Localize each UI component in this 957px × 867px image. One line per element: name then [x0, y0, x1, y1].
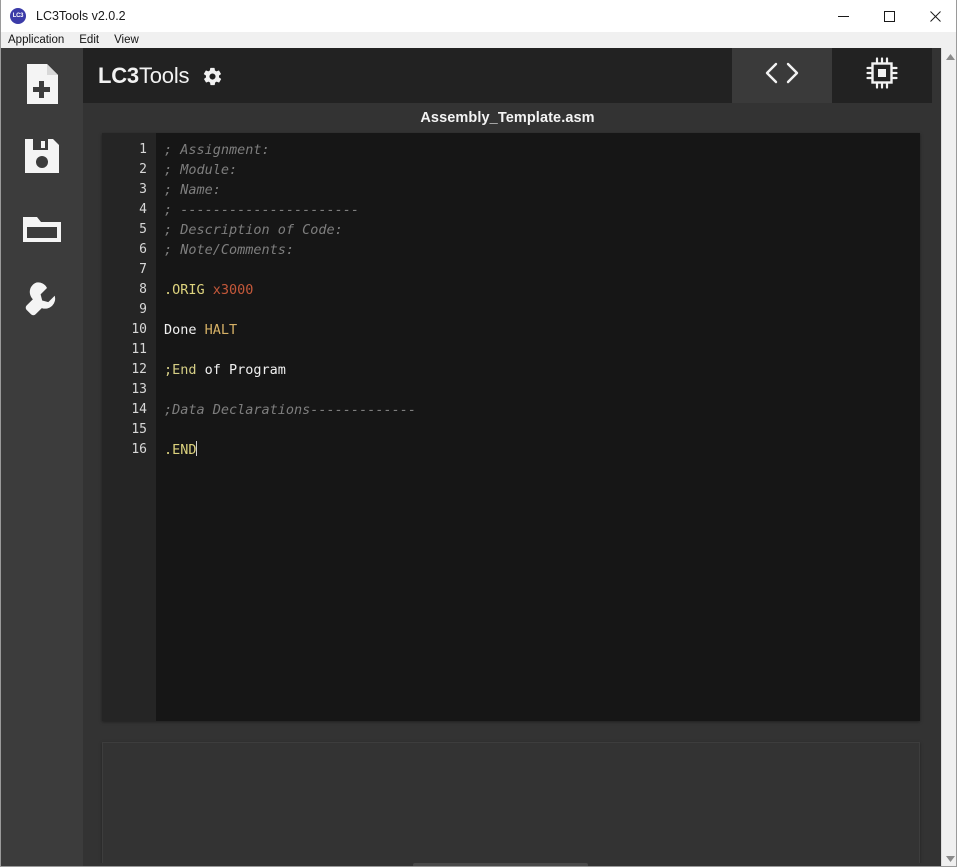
- line-number: 12: [131, 362, 147, 377]
- code-token-directive: .ORIG: [164, 282, 213, 298]
- brand-logo: LC3Tools: [98, 63, 223, 89]
- brand-bold: LC3: [98, 62, 139, 88]
- main-column: LC3Tools Assembly_Template.asm 1 2 3 4 5…: [83, 48, 932, 866]
- window-controls: [820, 0, 956, 32]
- app-header: LC3Tools: [83, 48, 932, 103]
- sidebar-item-build-tools[interactable]: [1, 264, 83, 336]
- line-number: 15: [131, 422, 147, 437]
- lc3-app-icon: LC3: [10, 7, 26, 24]
- sidebar-item-open-folder[interactable]: [1, 192, 83, 264]
- brand-regular: Tools: [138, 62, 190, 88]
- code-line[interactable]: [156, 340, 920, 360]
- file-title-strip: Assembly_Template.asm: [83, 103, 932, 133]
- line-number: 10: [131, 322, 147, 337]
- text-cursor: [196, 441, 198, 456]
- menu-bar: Application Edit View: [1, 32, 956, 48]
- horizontal-scrollbar-thumb[interactable]: [413, 863, 588, 866]
- code-token-comment: ; Assignment:: [164, 142, 270, 158]
- minimize-icon[interactable]: [820, 0, 866, 32]
- code-token-directive: .END: [164, 442, 197, 458]
- code-token-plain: of Program: [196, 362, 286, 378]
- scroll-up-arrow-icon[interactable]: [942, 48, 956, 65]
- code-brackets-icon: [762, 59, 802, 92]
- code-token-comment: ; Module:: [164, 162, 238, 178]
- menu-item-edit[interactable]: Edit: [79, 32, 106, 48]
- gear-icon[interactable]: [202, 66, 223, 87]
- code-editor[interactable]: 1 2 3 4 5 6 7 8 9 10 11 12 13 14 15 16 ; Assignment:; M…: [102, 133, 920, 721]
- folder-icon: [23, 217, 61, 242]
- line-number: 3: [139, 182, 147, 197]
- tab-simulator[interactable]: [832, 48, 932, 103]
- window-title: LC3Tools v2.0.2: [36, 8, 126, 23]
- code-token-op: HALT: [204, 322, 238, 338]
- menu-item-application[interactable]: Application: [8, 32, 71, 48]
- code-line[interactable]: ; ----------------------: [156, 200, 920, 220]
- line-number: 4: [139, 202, 147, 217]
- code-line[interactable]: ;End of Program: [156, 360, 920, 380]
- line-number: 7: [139, 262, 147, 277]
- code-token-label: Done: [164, 322, 205, 338]
- code-line[interactable]: [156, 300, 920, 320]
- code-token-semi: ;End: [164, 362, 197, 378]
- sidebar-item-save-file[interactable]: [1, 120, 83, 192]
- line-number: 2: [139, 162, 147, 177]
- line-number: 9: [139, 302, 147, 317]
- code-line[interactable]: ; Name:: [156, 180, 920, 200]
- wrench-icon: [25, 282, 56, 316]
- tab-editor[interactable]: [732, 48, 832, 103]
- code-token-number: x3000: [212, 282, 254, 298]
- code-token-comment: ; Note/Comments:: [164, 242, 295, 258]
- horizontal-scrollbar[interactable]: [83, 863, 932, 866]
- code-line[interactable]: .ORIG x3000: [156, 280, 920, 300]
- code-token-comment: ; ----------------------: [164, 202, 360, 218]
- page-title: Assembly_Template.asm: [420, 110, 595, 126]
- sidebar: [1, 48, 83, 866]
- lc3tools-window: LC3 LC3Tools v2.0.2 Application Edit Vie…: [0, 0, 957, 867]
- close-icon[interactable]: [912, 0, 956, 32]
- new-file-icon: [25, 63, 59, 105]
- code-line[interactable]: [156, 420, 920, 440]
- code-line[interactable]: ; Assignment:: [156, 140, 920, 160]
- code-text-area[interactable]: ; Assignment: ; Module: ; Name: ; ---------…: [156, 133, 920, 721]
- line-number: 1: [139, 142, 147, 157]
- code-token-comment: ; Description of Code:: [164, 222, 343, 238]
- menu-item-view[interactable]: View: [114, 32, 146, 48]
- scroll-down-arrow-icon[interactable]: [942, 850, 956, 866]
- line-number: 14: [131, 402, 147, 417]
- line-number: 8: [139, 282, 147, 297]
- header-tabs: [732, 48, 932, 103]
- title-bar: LC3 LC3Tools v2.0.2: [1, 0, 956, 32]
- app-icon-text: LC3: [12, 12, 24, 19]
- code-line[interactable]: [156, 380, 920, 400]
- code-line[interactable]: Done HALT: [156, 320, 920, 340]
- code-line[interactable]: ; Note/Comments:: [156, 240, 920, 260]
- line-number: 6: [139, 242, 147, 257]
- console-output-text: [103, 743, 919, 755]
- app-body: LC3Tools Assembly_Template.asm 1 2 3 4 5…: [1, 48, 956, 866]
- vertical-scrollbar[interactable]: [941, 48, 956, 866]
- line-number: 5: [139, 222, 147, 237]
- maximize-icon[interactable]: [866, 0, 912, 32]
- save-floppy-icon: [25, 139, 59, 173]
- code-line[interactable]: .END: [156, 440, 920, 460]
- cpu-chip-icon: [865, 56, 899, 95]
- line-number: 11: [131, 342, 147, 357]
- line-number-gutter: 1 2 3 4 5 6 7 8 9 10 11 12 13 14 15 16: [102, 133, 156, 721]
- code-line[interactable]: ;Data Declarations-------------: [156, 400, 920, 420]
- code-line[interactable]: ; Description of Code:: [156, 220, 920, 240]
- code-empty-area[interactable]: [156, 460, 920, 721]
- code-token-comment: ;Data Declarations-------------: [164, 402, 416, 418]
- code-token-comment: ; Name:: [164, 182, 221, 198]
- code-line[interactable]: [156, 260, 920, 280]
- line-number: 13: [131, 382, 147, 397]
- sidebar-item-new-file[interactable]: [1, 48, 83, 120]
- console-output-panel[interactable]: [102, 742, 920, 866]
- line-number: 16: [131, 442, 147, 457]
- code-line[interactable]: ; Module:: [156, 160, 920, 180]
